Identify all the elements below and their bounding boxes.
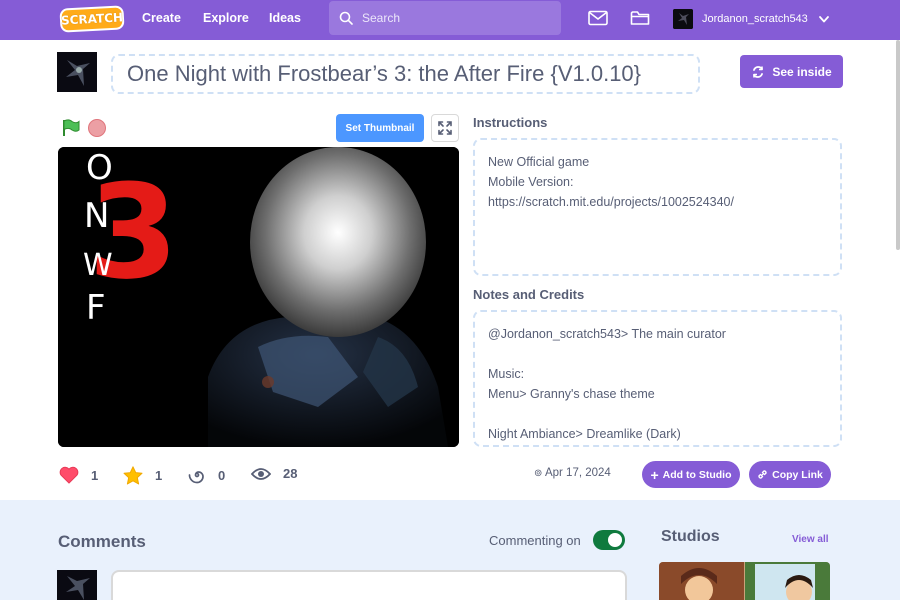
commenting-toggle[interactable] (593, 530, 625, 550)
add-to-studio-button[interactable]: + Add to Studio (642, 461, 740, 488)
share-date-text: Apr 17, 2024 (544, 467, 611, 479)
scratch-logo[interactable]: SCRATCH (59, 5, 125, 33)
stage-letter-f: F (86, 288, 106, 328)
view-all-link[interactable]: View all (792, 534, 829, 545)
search-bar[interactable] (329, 1, 561, 35)
views-stat: 28 (251, 466, 297, 481)
calendar-icon: ⊚ (534, 468, 543, 479)
search-input[interactable] (362, 11, 542, 25)
remix-spiral-icon (188, 471, 204, 484)
fullscreen-icon (438, 121, 452, 135)
toggle-knob (608, 533, 622, 547)
green-flag-icon[interactable] (61, 119, 81, 137)
project-stage[interactable]: 3 O N W F (58, 147, 459, 447)
love-count: 1 (91, 467, 99, 483)
chevron-down-icon (818, 15, 829, 22)
remix-stat: 0 (188, 466, 225, 484)
project-title-field[interactable]: One Night with Frostbear’s 3: the After … (111, 54, 700, 94)
see-inside-button[interactable]: See inside (740, 55, 843, 88)
studio-thumbnail[interactable] (659, 562, 830, 600)
comment-avatar (57, 570, 97, 600)
instructions-field[interactable]: New Official game Mobile Version: https:… (473, 138, 842, 276)
avatar (673, 9, 693, 29)
fullscreen-button[interactable] (431, 114, 459, 142)
heart-icon (59, 466, 79, 484)
commenting-label: Commenting on (489, 533, 581, 548)
scratch-logo-text: SCRATCH (60, 10, 124, 28)
comment-input[interactable] (111, 570, 627, 600)
instructions-heading: Instructions (473, 115, 548, 130)
share-date: ⊚ Apr 17, 2024 (534, 467, 611, 479)
studios-heading: Studios (661, 528, 720, 545)
set-thumbnail-label: Set Thumbnail (345, 122, 415, 134)
add-to-studio-label: Add to Studio (662, 468, 732, 481)
stage-artwork: 3 O N W F (58, 147, 459, 447)
see-inside-label: See inside (772, 64, 832, 79)
copy-link-button[interactable]: Copy Link (749, 461, 831, 488)
nav-create[interactable]: Create (142, 11, 181, 25)
copy-link-label: Copy Link (772, 468, 823, 481)
project-title: One Night with Frostbear’s 3: the After … (127, 61, 642, 86)
remix-count: 0 (218, 467, 226, 483)
notes-field[interactable]: @Jordanon_scratch543> The main curator M… (473, 310, 842, 447)
project-author-avatar[interactable] (57, 52, 97, 92)
folder-icon[interactable] (630, 10, 650, 26)
top-nav: SCRATCH Create Explore Ideas Jordanon_sc… (0, 0, 900, 40)
envelope-icon[interactable] (588, 10, 608, 26)
search-icon (339, 11, 353, 25)
comments-heading: Comments (58, 532, 146, 551)
remix-arrows-icon (753, 65, 764, 78)
user-menu[interactable]: Jordanon_scratch543 (673, 9, 829, 29)
star-icon (123, 466, 143, 485)
stop-icon[interactable] (88, 119, 106, 137)
nav-ideas[interactable]: Ideas (269, 11, 301, 25)
username: Jordanon_scratch543 (702, 13, 808, 25)
page-scrollbar[interactable] (896, 40, 900, 250)
favorite-count: 1 (155, 468, 163, 483)
love-stat[interactable]: 1 (59, 466, 98, 484)
plus-icon: + (650, 466, 659, 483)
nav-explore[interactable]: Explore (203, 11, 249, 25)
link-icon (758, 470, 767, 479)
eye-icon (251, 467, 271, 480)
stage-letter-n: N (84, 196, 109, 236)
notes-heading: Notes and Credits (473, 287, 585, 302)
favorite-stat[interactable]: 1 (123, 466, 162, 485)
views-count: 28 (283, 466, 298, 481)
stage-letter-o: O (86, 148, 113, 188)
stage-letter-w: W (83, 248, 113, 283)
set-thumbnail-button[interactable]: Set Thumbnail (336, 114, 424, 142)
